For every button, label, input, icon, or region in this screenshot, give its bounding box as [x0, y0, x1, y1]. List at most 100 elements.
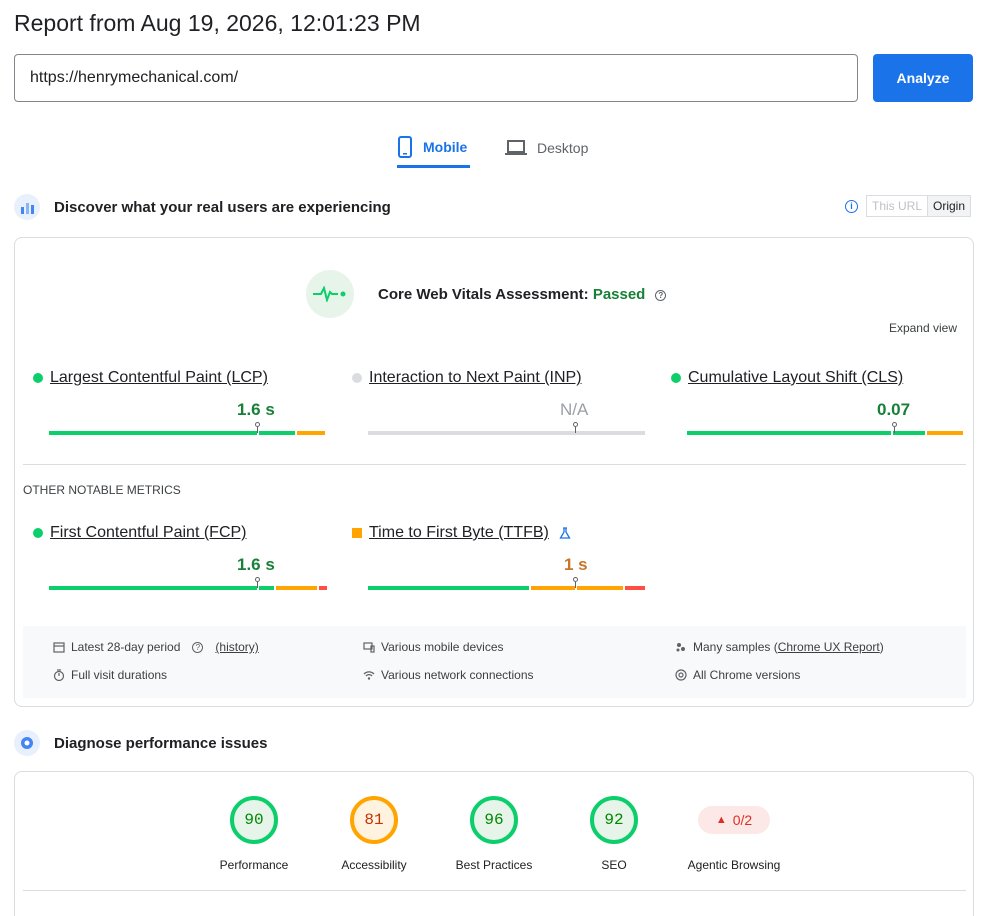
bar-poor	[625, 586, 645, 590]
divider	[23, 890, 966, 891]
heartbeat-icon	[306, 270, 354, 318]
laptop-icon	[505, 140, 527, 155]
score-seo[interactable]: 92 SEO	[554, 796, 674, 872]
diagnose-header: Diagnose performance issues	[14, 730, 267, 756]
metric-lcp: Largest Contentful Paint (LCP) 1.6 s	[33, 369, 333, 439]
percentile-marker	[892, 422, 897, 433]
report-title: Report from Aug 19, 2026, 12:01:23 PM	[14, 10, 421, 36]
help-icon[interactable]: ?	[192, 641, 204, 653]
score-accessibility[interactable]: 81 Accessibility	[314, 796, 434, 872]
metric-cls-name[interactable]: Cumulative Layout Shift (CLS)	[688, 369, 903, 387]
timer-icon	[53, 669, 65, 681]
percentile-marker	[573, 577, 578, 588]
percentile-marker	[255, 577, 260, 588]
bar-good	[687, 431, 891, 435]
score-label: Accessibility	[341, 858, 407, 872]
metric-lcp-name[interactable]: Largest Contentful Paint (LCP)	[50, 369, 268, 387]
metric-inp-name[interactable]: Interaction to Next Paint (INP)	[369, 369, 582, 387]
history-link[interactable]: (history)	[215, 640, 258, 654]
bar-good	[368, 586, 529, 590]
field-data-header: Discover what your real users are experi…	[14, 194, 391, 220]
score-label: Performance	[219, 858, 289, 872]
users-chart-icon	[14, 194, 40, 220]
url-input[interactable]	[14, 54, 858, 102]
bar-average	[297, 431, 325, 435]
url-origin-toggle: i This URL Origin	[845, 195, 972, 217]
bar-good	[49, 586, 257, 590]
status-dot	[352, 373, 362, 383]
cwv-label: Core Web Vitals Assessment:	[378, 285, 589, 303]
cwv-status: Passed	[592, 285, 646, 303]
score-label: Agentic Browsing	[687, 858, 781, 872]
bar-average	[577, 586, 623, 590]
help-icon[interactable]: ?	[655, 289, 667, 301]
bar-average	[276, 586, 317, 590]
metric-inp: Interaction to Next Paint (INP) N/A	[352, 369, 652, 439]
bar-poor	[319, 586, 327, 590]
metric-fcp: First Contentful Paint (FCP) 1.6 s	[33, 524, 333, 594]
bar-good	[259, 586, 274, 590]
percentile-marker	[573, 422, 578, 433]
bar-average	[927, 431, 963, 435]
other-metrics-label: OTHER NOTABLE METRICS	[23, 483, 181, 497]
tab-desktop-label: Desktop	[537, 140, 589, 156]
samples-icon	[676, 643, 685, 652]
devices-icon	[363, 642, 375, 653]
bar-good	[49, 431, 257, 435]
tab-mobile-label: Mobile	[423, 138, 468, 155]
period-text: Latest 28-day period	[71, 640, 181, 654]
calendar-icon	[53, 642, 65, 653]
phone-icon	[398, 135, 412, 158]
score-performance[interactable]: 90 Performance	[194, 796, 314, 872]
lighthouse-icon	[14, 730, 40, 756]
expand-view-link[interactable]: Expand view	[889, 321, 957, 335]
data-info-panel: Latest 28-day period ? (history) Various…	[23, 626, 966, 698]
network-text: Various network connections	[381, 668, 534, 682]
metric-fcp-value: 1.6 s	[237, 555, 275, 574]
chrome-icon	[675, 669, 687, 681]
field-data-card: Core Web Vitals Assessment: Passed? Expa…	[14, 237, 974, 707]
status-square	[352, 528, 362, 538]
agentic-pill: ▲ 0/2	[698, 806, 770, 834]
score-gauge: 96	[470, 796, 518, 844]
this-url-button[interactable]: This URL	[867, 196, 927, 216]
metric-lcp-value: 1.6 s	[237, 400, 275, 419]
flask-icon	[559, 527, 571, 539]
status-dot	[33, 373, 43, 383]
warning-triangle-icon: ▲	[715, 814, 727, 826]
percentile-marker	[255, 422, 260, 433]
metric-ttfb-value: 1 s	[564, 555, 588, 574]
bar-empty	[368, 431, 645, 435]
bar-good	[893, 431, 925, 435]
network-icon	[363, 671, 375, 680]
devices-text: Various mobile devices	[381, 640, 504, 654]
status-dot	[671, 373, 681, 383]
tab-mobile[interactable]: Mobile	[397, 128, 470, 168]
tab-desktop[interactable]: Desktop	[505, 128, 588, 168]
durations-text: Full visit durations	[71, 668, 168, 682]
score-agentic-browsing[interactable]: ▲ 0/2 Agentic Browsing	[674, 796, 794, 872]
chrome-versions-text: All Chrome versions	[693, 668, 801, 682]
analyze-button[interactable]: Analyze	[873, 54, 973, 102]
info-icon[interactable]: i	[845, 199, 858, 213]
origin-button[interactable]: Origin	[927, 196, 971, 216]
field-data-heading: Discover what your real users are experi…	[54, 198, 391, 216]
metric-inp-value: N/A	[560, 400, 589, 419]
chrome-ux-report-link[interactable]: Chrome UX Report	[778, 640, 880, 654]
samples-prefix: Many samples (	[693, 640, 778, 654]
score-best-practices[interactable]: 96 Best Practices	[434, 796, 554, 872]
score-gauge: 81	[350, 796, 398, 844]
score-gauge: 90	[230, 796, 278, 844]
agentic-value: 0/2	[732, 812, 753, 828]
metric-cls-value: 0.07	[877, 400, 911, 419]
score-label: Best Practices	[455, 858, 533, 872]
metric-ttfb-name[interactable]: Time to First Byte (TTFB)	[369, 524, 549, 542]
score-gauge: 92	[590, 796, 638, 844]
status-dot	[33, 528, 43, 538]
diagnose-heading: Diagnose performance issues	[54, 734, 268, 752]
bar-average	[531, 586, 575, 590]
metric-cls: Cumulative Layout Shift (CLS) 0.07	[671, 369, 971, 439]
lab-scores-card: 90 Performance 81 Accessibility 96 Best …	[14, 771, 974, 916]
bar-good	[259, 431, 295, 435]
metric-fcp-name[interactable]: First Contentful Paint (FCP)	[50, 524, 247, 542]
